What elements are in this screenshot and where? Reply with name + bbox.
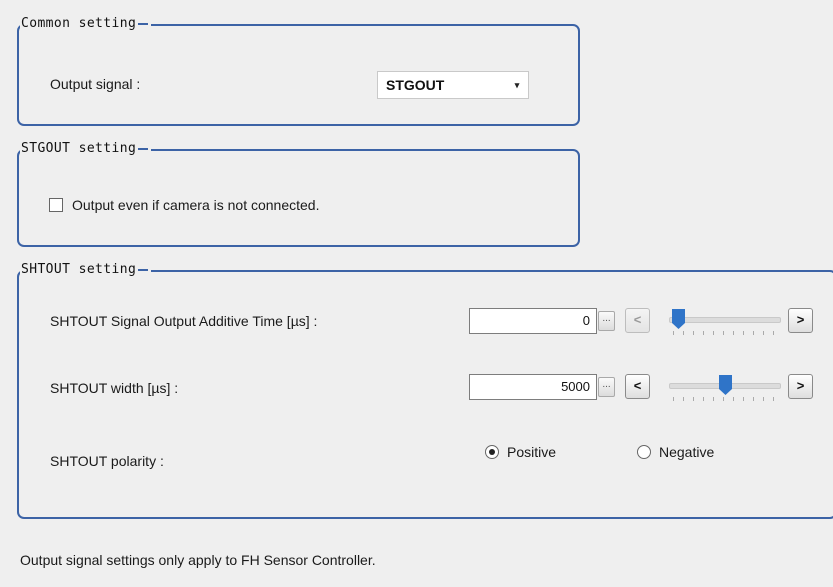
slider-thumb[interactable] bbox=[672, 309, 685, 329]
shtout-width-decrement-button[interactable]: < bbox=[625, 374, 650, 399]
slider-ticks bbox=[673, 397, 777, 401]
shtout-polarity-label: SHTOUT polarity : bbox=[50, 453, 164, 469]
slider-track bbox=[669, 317, 781, 323]
shtout-width-input[interactable]: 5000 bbox=[469, 374, 597, 400]
chevron-down-icon: ▾ bbox=[514, 79, 520, 90]
additive-time-increment-button[interactable]: > bbox=[788, 308, 813, 333]
common-setting-title: Common setting bbox=[20, 15, 152, 33]
shtout-setting-group: SHTOUT setting SHTOUT Signal Output Addi… bbox=[17, 261, 833, 519]
common-setting-group: Common setting Output signal : STGOUT ▾ bbox=[17, 15, 580, 126]
output-signal-label: Output signal : bbox=[50, 76, 141, 92]
additive-time-slider[interactable] bbox=[669, 309, 781, 339]
slider-ticks bbox=[673, 331, 777, 335]
output-without-camera-label: Output even if camera is not connected. bbox=[72, 197, 320, 213]
shtout-setting-title: SHTOUT setting bbox=[20, 261, 152, 279]
additive-time-input[interactable]: 0 bbox=[469, 308, 597, 334]
shtout-width-increment-button[interactable]: > bbox=[788, 374, 813, 399]
shtout-width-label: SHTOUT width [µs] : bbox=[50, 380, 179, 396]
additive-time-decrement-button[interactable]: < bbox=[625, 308, 650, 333]
stgout-setting-title: STGOUT setting bbox=[20, 140, 152, 158]
slider-thumb[interactable] bbox=[719, 375, 732, 395]
footer-note: Output signal settings only apply to FH … bbox=[20, 552, 376, 568]
polarity-negative-radio[interactable] bbox=[637, 445, 651, 459]
stgout-setting-group: STGOUT setting Output even if camera is … bbox=[17, 140, 580, 247]
shtout-width-ellipsis-button[interactable]: ... bbox=[598, 377, 615, 397]
output-signal-select[interactable]: STGOUT ▾ bbox=[377, 71, 529, 99]
output-without-camera-checkbox[interactable] bbox=[49, 198, 63, 212]
additive-time-ellipsis-button[interactable]: ... bbox=[598, 311, 615, 331]
polarity-positive-radio[interactable] bbox=[485, 445, 499, 459]
polarity-negative-label: Negative bbox=[659, 444, 715, 460]
shtout-width-slider[interactable] bbox=[669, 375, 781, 405]
polarity-positive-label: Positive bbox=[507, 444, 557, 460]
additive-time-label: SHTOUT Signal Output Additive Time [µs] … bbox=[50, 313, 318, 329]
output-signal-value: STGOUT bbox=[386, 77, 445, 93]
